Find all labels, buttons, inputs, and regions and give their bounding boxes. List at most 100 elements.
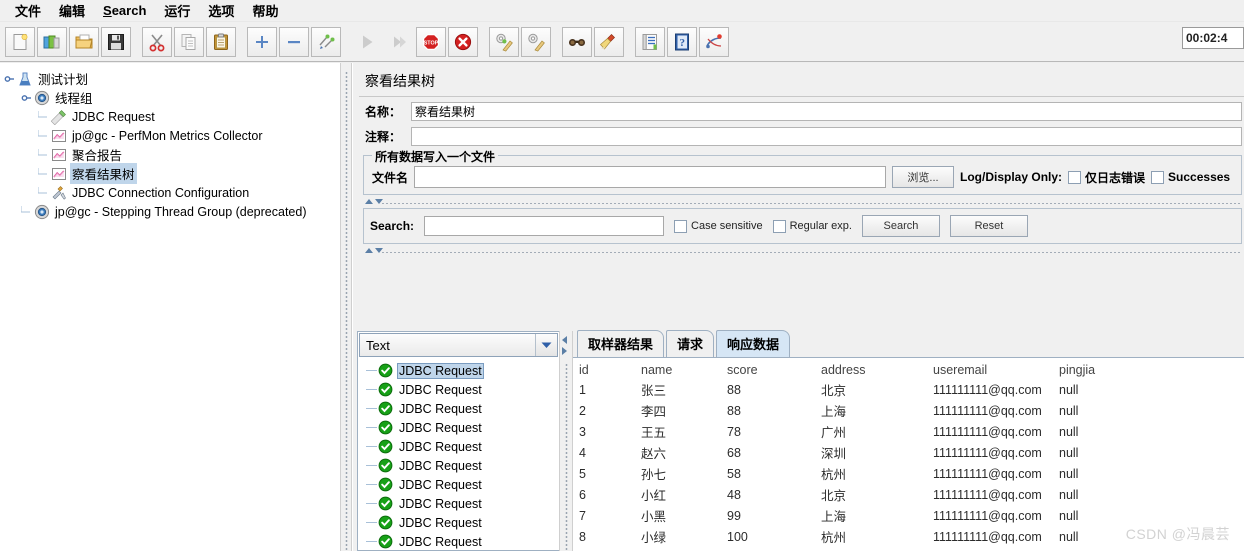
tab-0[interactable]: 取样器结果 bbox=[577, 330, 665, 357]
menu-item-3[interactable]: 运行 bbox=[155, 0, 199, 22]
checkbox-box[interactable] bbox=[1068, 170, 1082, 184]
collapsible-divider-2[interactable] bbox=[363, 247, 1240, 256]
cell-address: 北京 bbox=[821, 384, 847, 398]
search-input[interactable] bbox=[424, 216, 665, 236]
menu-item-1[interactable]: 编辑 bbox=[50, 0, 94, 22]
tree-detail-splitter[interactable] bbox=[340, 63, 352, 551]
collapse-all-icon[interactable] bbox=[279, 26, 309, 57]
search-button[interactable]: Search bbox=[861, 215, 940, 237]
results-detail-splitter[interactable] bbox=[559, 331, 573, 551]
checkbox-box[interactable] bbox=[674, 219, 688, 233]
tree-expander-icon[interactable] bbox=[4, 73, 16, 85]
open-icon[interactable] bbox=[69, 26, 99, 57]
results-list[interactable]: JDBC Request JDBC Request JDBC Request JDBC… bbox=[358, 358, 559, 551]
result-item-label: JDBC Request bbox=[399, 420, 482, 435]
menu-item-4[interactable]: 选项 bbox=[199, 0, 243, 22]
cell-id: 4 bbox=[579, 445, 586, 460]
success-check-icon bbox=[378, 439, 393, 454]
cell-score: 68 bbox=[727, 445, 741, 460]
test-plan-tree[interactable]: 测试计划 线程组 JDBC Request jp@gc - PerfMon Metri… bbox=[0, 63, 340, 221]
start-icon[interactable] bbox=[352, 27, 382, 57]
cell-pingjia: null bbox=[1059, 382, 1079, 397]
collapsible-divider[interactable] bbox=[363, 198, 1240, 207]
undo-redo-icon[interactable] bbox=[699, 26, 729, 57]
successes-checkbox[interactable]: Successes bbox=[1151, 170, 1230, 184]
test-plan-tree-pane: 测试计划 线程组 JDBC Request jp@gc - PerfMon Metri… bbox=[0, 63, 340, 551]
tab-2[interactable]: 响应数据 bbox=[716, 330, 791, 357]
filename-input[interactable] bbox=[414, 166, 887, 188]
shutdown-icon[interactable] bbox=[448, 26, 478, 57]
chevron-right-icon[interactable] bbox=[562, 347, 567, 355]
success-check-icon bbox=[378, 515, 393, 530]
stop-icon[interactable]: STOP bbox=[416, 26, 446, 57]
cell-id: 1 bbox=[579, 382, 586, 397]
cell-useremail: 111111111@qq.com bbox=[933, 487, 1042, 502]
tree-node-6[interactable]: JDBC Connection Configuration bbox=[4, 183, 340, 202]
tree-branch-line bbox=[366, 446, 377, 447]
result-item-9[interactable]: JDBC Request bbox=[366, 532, 559, 551]
cut-icon[interactable] bbox=[142, 26, 172, 57]
result-item-4[interactable]: JDBC Request bbox=[366, 437, 559, 456]
checkbox-box[interactable] bbox=[772, 219, 786, 233]
result-item-5[interactable]: JDBC Request bbox=[366, 456, 559, 475]
result-item-8[interactable]: JDBC Request bbox=[366, 513, 559, 532]
cell-pingjia: null bbox=[1059, 403, 1079, 418]
name-input[interactable]: 察看结果树 bbox=[411, 102, 1242, 121]
divider-line bbox=[381, 202, 1240, 205]
cell-name: 孙七 bbox=[641, 468, 667, 482]
clear-all-icon[interactable] bbox=[521, 26, 551, 57]
menu-item-5[interactable]: 帮助 bbox=[243, 0, 287, 22]
result-item-2[interactable]: JDBC Request bbox=[366, 399, 559, 418]
browse-button[interactable]: 浏览... bbox=[892, 166, 955, 188]
result-tabs[interactable]: 取样器结果 请求 响应数据 bbox=[573, 330, 1244, 357]
tree-expander-icon[interactable] bbox=[21, 92, 33, 104]
checkbox-box[interactable] bbox=[1151, 170, 1165, 184]
regular-exp-checkbox[interactable]: Regular exp. bbox=[772, 219, 852, 233]
tree-node-7[interactable]: jp@gc - Stepping Thread Group (deprecate… bbox=[4, 202, 340, 221]
result-item-3[interactable]: JDBC Request bbox=[366, 418, 559, 437]
cell-useremail: 111111111@qq.com bbox=[933, 466, 1042, 481]
help-icon[interactable]: ? bbox=[667, 26, 697, 57]
cell-id: 8 bbox=[579, 529, 586, 544]
tree-node-0[interactable]: 测试计划 bbox=[4, 69, 340, 88]
copy-icon[interactable] bbox=[174, 26, 204, 57]
splitter-arrows[interactable] bbox=[562, 336, 567, 355]
tree-node-5[interactable]: 察看结果树 bbox=[4, 163, 340, 184]
tab-1[interactable]: 请求 bbox=[666, 330, 715, 357]
chevron-down-icon[interactable] bbox=[535, 334, 557, 356]
tree-node-label: 聚合报告 bbox=[72, 149, 123, 163]
clear-icon[interactable] bbox=[489, 26, 519, 57]
menu-item-2[interactable]: Search bbox=[94, 1, 155, 20]
tree-node-3[interactable]: jp@gc - PerfMon Metrics Collector bbox=[4, 126, 340, 145]
chevron-left-icon[interactable] bbox=[562, 336, 567, 344]
result-item-0[interactable]: JDBC Request bbox=[366, 361, 559, 380]
expand-all-icon[interactable] bbox=[247, 26, 277, 57]
comment-input[interactable] bbox=[411, 127, 1242, 146]
success-check-icon bbox=[378, 458, 393, 473]
templates-icon[interactable] bbox=[37, 26, 67, 57]
errors-only-checkbox[interactable]: 仅日志错误 bbox=[1068, 169, 1145, 186]
paste-icon[interactable] bbox=[206, 26, 236, 57]
result-item-1[interactable]: JDBC Request bbox=[366, 380, 559, 399]
chevron-up-icon[interactable] bbox=[365, 248, 373, 253]
case-sensitive-checkbox[interactable]: Case sensitive bbox=[674, 219, 763, 233]
search-reset-icon[interactable] bbox=[594, 26, 624, 57]
tree-node-1[interactable]: 线程组 bbox=[4, 88, 340, 107]
tree-node-4[interactable]: 聚合报告 bbox=[4, 145, 340, 164]
svg-text:?: ? bbox=[679, 37, 685, 49]
renderer-combo[interactable]: Text bbox=[359, 333, 558, 357]
cell-score: 48 bbox=[727, 487, 741, 502]
start-no-pauses-icon[interactable] bbox=[384, 27, 414, 57]
function-helper-icon[interactable] bbox=[635, 26, 665, 57]
result-item-7[interactable]: JDBC Request bbox=[366, 494, 559, 513]
cell-name: 小黑 bbox=[641, 510, 667, 524]
chevron-up-icon[interactable] bbox=[365, 199, 373, 204]
toggle-icon[interactable] bbox=[311, 26, 341, 57]
reset-button[interactable]: Reset bbox=[949, 215, 1028, 237]
new-icon[interactable] bbox=[5, 26, 35, 57]
result-item-6[interactable]: JDBC Request bbox=[366, 475, 559, 494]
menu-item-0[interactable]: 文件 bbox=[6, 0, 50, 22]
search-icon[interactable] bbox=[562, 26, 592, 57]
tree-node-2[interactable]: JDBC Request bbox=[4, 107, 340, 126]
save-icon[interactable] bbox=[101, 26, 131, 57]
